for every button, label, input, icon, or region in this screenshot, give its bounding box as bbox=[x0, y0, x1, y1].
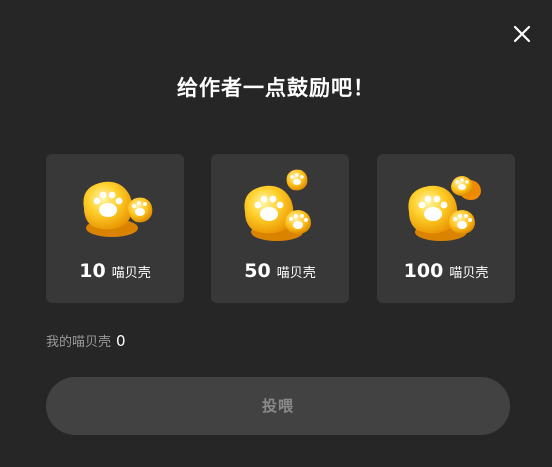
paw-shell-small-icon bbox=[83, 181, 153, 237]
reward-option-50[interactable]: 50 喵贝壳 bbox=[211, 154, 349, 303]
balance-value: 0 bbox=[116, 332, 126, 350]
paw-shell-medium-icon bbox=[244, 169, 311, 241]
reward-price: 100 喵贝壳 bbox=[377, 260, 515, 282]
reward-unit: 喵贝壳 bbox=[111, 266, 151, 281]
dialog-title: 给作者一点鼓励吧！ bbox=[177, 76, 375, 100]
reward-amount: 50 bbox=[244, 260, 271, 282]
reward-price: 10 喵贝壳 bbox=[46, 260, 184, 282]
balance-row: 我的喵贝壳 0 bbox=[46, 331, 126, 350]
feed-button[interactable]: 投喂 bbox=[46, 377, 510, 435]
reward-option-10[interactable]: 10 喵贝壳 bbox=[46, 154, 184, 303]
paw-shell-large-icon bbox=[408, 176, 481, 241]
balance-label: 我的喵贝壳 bbox=[46, 335, 112, 350]
reward-amount: 100 bbox=[403, 260, 444, 282]
close-icon bbox=[513, 25, 531, 43]
reward-unit: 喵贝壳 bbox=[449, 266, 489, 281]
reward-dialog: 给作者一点鼓励吧！ 10 喵贝壳 50 喵贝壳 100 喵贝壳 我的喵贝壳 0 … bbox=[0, 0, 552, 467]
reward-options: 10 喵贝壳 50 喵贝壳 100 喵贝壳 bbox=[46, 154, 516, 303]
close-button[interactable] bbox=[510, 22, 534, 46]
reward-price: 50 喵贝壳 bbox=[211, 260, 349, 282]
reward-unit: 喵贝壳 bbox=[276, 266, 316, 281]
reward-option-100[interactable]: 100 喵贝壳 bbox=[377, 154, 515, 303]
reward-amount: 10 bbox=[79, 260, 106, 282]
